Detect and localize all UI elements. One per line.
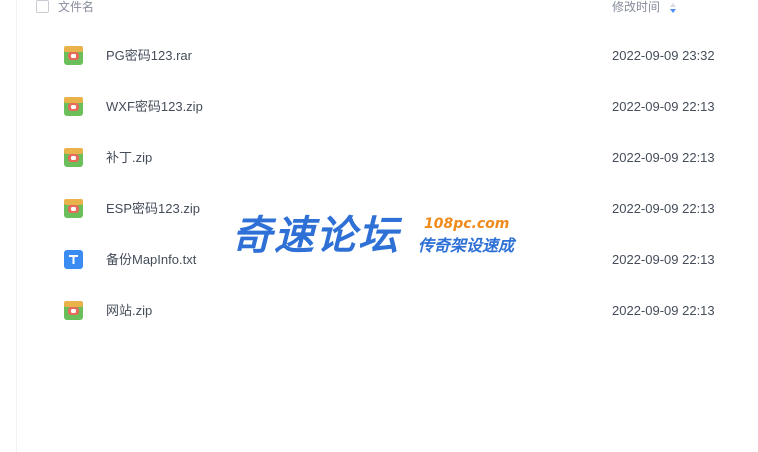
sort-descending-icon[interactable] [668,1,678,15]
file-row[interactable]: WXF密码123.zip 2022-09-09 22:13 [0,85,758,133]
file-row[interactable]: PG密码123.rar 2022-09-09 23:32 [0,34,758,82]
file-name[interactable]: 补丁.zip [106,150,152,166]
select-all-checkbox[interactable] [36,0,49,13]
file-modified-time: 2022-09-09 23:32 [612,48,715,63]
watermark-title: 奇速论坛 [232,213,400,259]
archive-icon [64,199,83,218]
watermark-subtitle: 传奇架设速成 [418,236,515,255]
file-modified-time: 2022-09-09 22:13 [612,252,715,267]
file-name[interactable]: 备份MapInfo.txt [106,252,196,268]
text-file-icon [64,250,83,269]
column-header-modified-time[interactable]: 修改时间 [612,0,660,14]
file-modified-time: 2022-09-09 22:13 [612,99,715,114]
column-header-name[interactable]: 文件名 [58,0,94,14]
file-modified-time: 2022-09-09 22:13 [612,150,715,165]
file-name[interactable]: WXF密码123.zip [106,99,203,115]
archive-icon [64,97,83,116]
archive-icon [64,46,83,65]
watermark-url: 108pc.com [424,216,510,232]
file-row[interactable]: 补丁.zip 2022-09-09 22:13 [0,136,758,184]
file-modified-time: 2022-09-09 22:13 [612,201,715,216]
file-list-header: 文件名 修改时间 [0,0,758,18]
file-name[interactable]: ESP密码123.zip [106,201,200,217]
file-row[interactable]: 网站.zip 2022-09-09 22:13 [0,289,758,337]
file-name[interactable]: PG密码123.rar [106,48,192,64]
watermark-logo: 奇速论坛 108pc.com 传奇架设速成 [232,208,532,264]
file-modified-time: 2022-09-09 22:13 [612,303,715,318]
file-name[interactable]: 网站.zip [106,303,152,319]
archive-icon [64,148,83,167]
archive-icon [64,301,83,320]
